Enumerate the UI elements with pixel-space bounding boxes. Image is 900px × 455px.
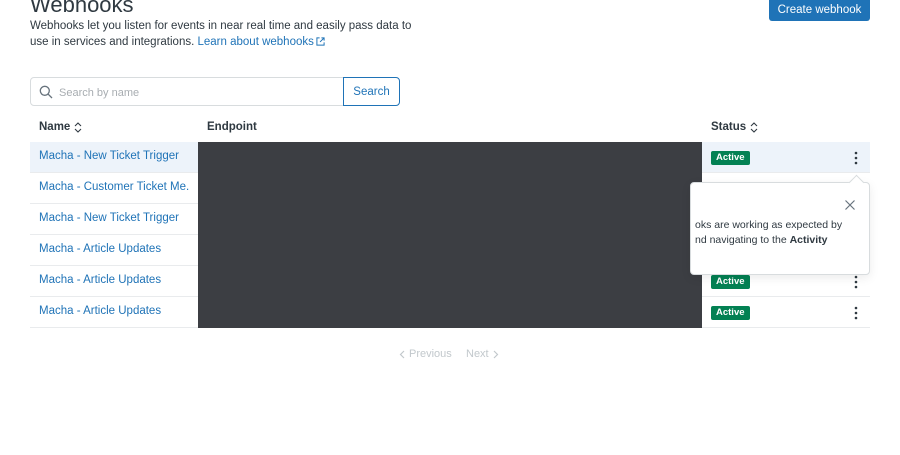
webhook-name-link[interactable]: Macha - Article Updates <box>39 243 189 255</box>
column-header-name-label: Name <box>39 121 71 133</box>
column-header-endpoint: Endpoint <box>207 121 257 133</box>
webhook-name-link[interactable]: Macha - New Ticket Trigger <box>39 150 189 162</box>
search-field[interactable] <box>30 77 344 107</box>
column-header-status-label: Status <box>711 121 747 133</box>
column-header-endpoint-label: Endpoint <box>207 121 257 133</box>
chevron-right-icon <box>493 350 498 358</box>
status-badge: Active <box>711 275 750 289</box>
search-button[interactable]: Search <box>343 77 400 106</box>
external-link-icon <box>316 37 325 46</box>
next-page-button[interactable]: Next <box>466 348 499 360</box>
previous-page-button[interactable]: Previous <box>399 348 452 360</box>
previous-label: Previous <box>409 348 452 360</box>
chevron-left-icon <box>399 350 405 358</box>
create-webhook-button[interactable]: Create webhook <box>769 0 870 21</box>
column-header-status[interactable]: Status <box>711 121 758 133</box>
page-description: Webhooks let you listen for events in ne… <box>30 18 430 50</box>
status-badge: Active <box>711 306 750 320</box>
search-input[interactable] <box>57 78 341 107</box>
sort-icon <box>74 121 82 133</box>
sort-icon <box>750 121 758 133</box>
column-header-name[interactable]: Name <box>39 121 82 133</box>
close-icon[interactable] <box>844 199 856 211</box>
popover-text: oks are working as expected by nd naviga… <box>695 218 865 248</box>
popover-line-1: oks are working as expected by <box>695 219 843 231</box>
popover-line-2-bold: Activity <box>789 234 828 246</box>
webhook-name-link[interactable]: Macha - Customer Ticket Me... <box>39 181 189 193</box>
webhook-name-link[interactable]: Macha - Article Updates <box>39 305 189 317</box>
learn-about-webhooks-link[interactable]: Learn about webhooks <box>198 36 325 48</box>
status-badge: Active <box>711 151 750 165</box>
next-label: Next <box>466 348 489 360</box>
info-popover: oks are working as expected by nd naviga… <box>690 174 870 275</box>
webhook-name-link[interactable]: Macha - Article Updates <box>39 274 189 286</box>
kebab-menu-icon[interactable] <box>849 274 863 290</box>
search-icon <box>39 85 53 99</box>
page-title: Webhooks <box>30 0 134 17</box>
learn-link-label: Learn about webhooks <box>197 36 314 48</box>
webhook-name-link[interactable]: Macha - New Ticket Trigger <box>39 212 189 224</box>
kebab-menu-icon[interactable] <box>849 305 863 321</box>
endpoint-redaction <box>198 142 702 328</box>
popover-line-2: nd navigating to the <box>695 234 790 246</box>
kebab-menu-icon[interactable] <box>849 150 863 166</box>
